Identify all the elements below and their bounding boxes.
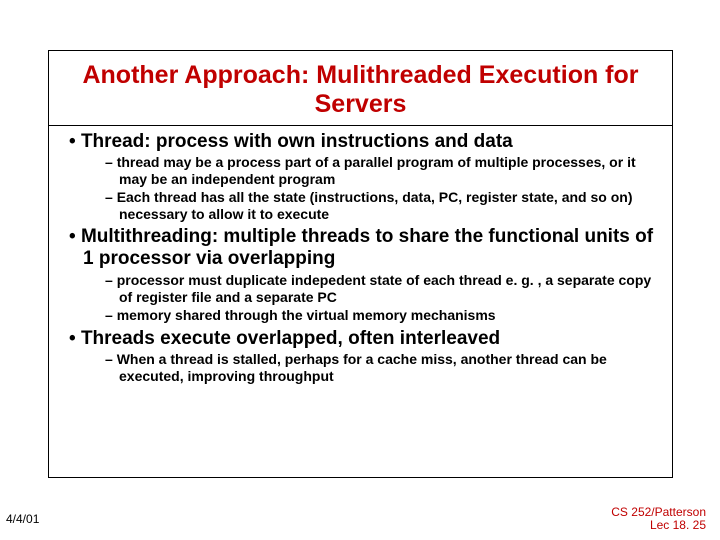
sub-bullet-item: processor must duplicate indepedent stat… [105,271,664,306]
sub-bullet-list: processor must duplicate indepedent stat… [105,271,664,325]
bullet-item: Multithreading: multiple threads to shar… [57,223,664,324]
bullet-list: Thread: process with own instructions an… [57,128,664,386]
sub-bullet-item: Each thread has all the state (instructi… [105,188,664,223]
sub-bullet-item: When a thread is stalled, perhaps for a … [105,350,664,385]
sub-bullet-list: thread may be a process part of a parall… [105,153,664,223]
footer-course: CS 252/Patterson [611,505,706,519]
slide-frame: Another Approach: Mulithreaded Execution… [48,50,673,478]
bullet-text: Thread: process with own instructions an… [81,131,513,152]
sub-bullet-list: When a thread is stalled, perhaps for a … [105,350,664,385]
sub-bullet-item: thread may be a process part of a parall… [105,153,664,188]
sub-bullet-item: memory shared through the virtual memory… [105,306,664,325]
footer-attribution: CS 252/Patterson Lec 18. 25 [611,506,706,532]
bullet-item: Thread: process with own instructions an… [57,128,664,224]
bullet-text: Multithreading: multiple threads to shar… [81,226,653,269]
slide-content: Thread: process with own instructions an… [49,126,672,390]
slide-title: Another Approach: Mulithreaded Execution… [49,51,672,126]
footer-lecture: Lec 18. 25 [650,518,706,532]
bullet-text: Threads execute overlapped, often interl… [81,328,500,349]
bullet-item: Threads execute overlapped, often interl… [57,325,664,386]
footer-date: 4/4/01 [6,512,39,526]
